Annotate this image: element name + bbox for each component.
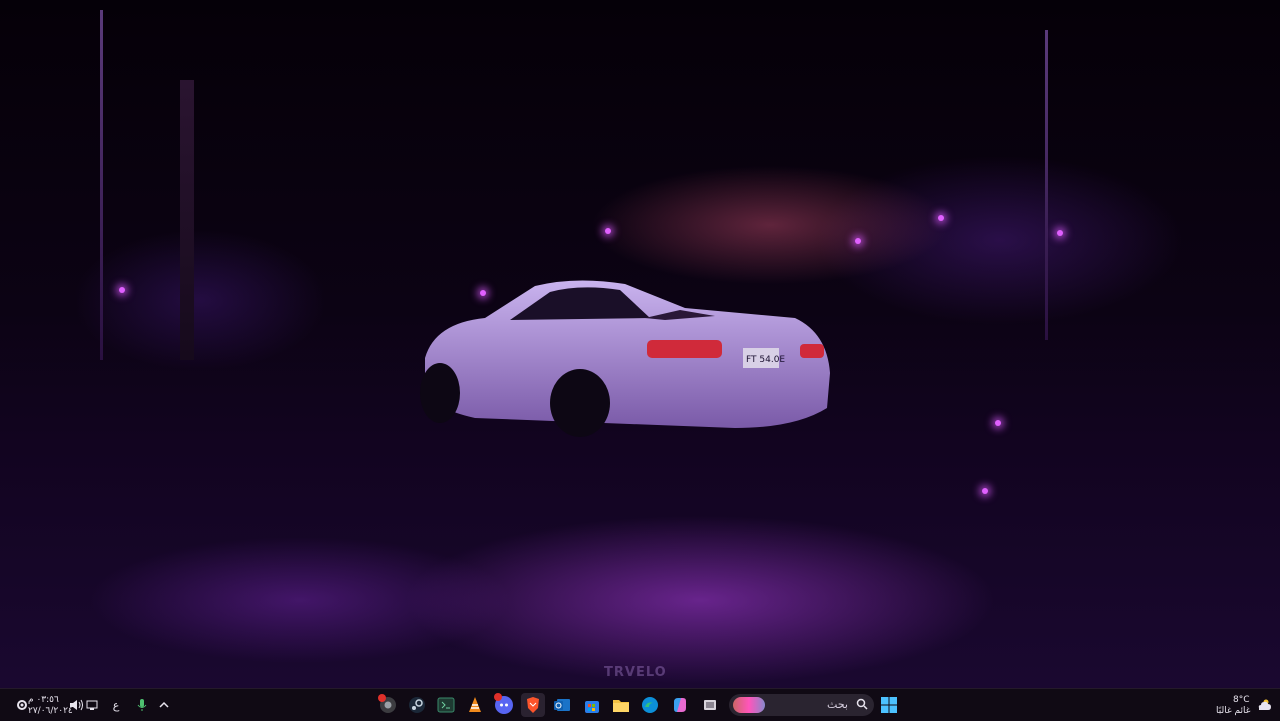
desktop-wallpaper: FT 54.0E TRVELO [0,0,1280,688]
notification-badge [378,694,386,702]
network-icon [86,700,98,710]
street-lamp-pole [1045,30,1048,340]
traffic-cone-icon [469,697,481,712]
light-dot [605,228,611,234]
app-brave[interactable] [521,693,545,717]
microphone-icon [137,699,147,711]
weather-temperature[interactable]: 8°C [1233,695,1250,706]
chevron-up-icon [159,701,169,708]
input-language[interactable]: ع [104,693,128,717]
start-button[interactable] [877,693,901,717]
app-copilot[interactable] [668,693,692,717]
weather-button[interactable] [1254,695,1274,715]
search-box[interactable]: بحث [729,694,874,716]
windows-logo-icon [881,697,897,713]
light-dot [1057,230,1063,236]
app-file-explorer[interactable] [609,693,633,717]
app-vlc[interactable] [463,693,487,717]
license-plate: FT 54.0E [746,355,785,365]
steam-icon [409,697,425,713]
wallpaper-watermark: TRVELO [604,665,667,680]
app-store[interactable] [580,693,604,717]
taskbar: ٠٣:٥٦ م ٢٧/٠٦/٢٠٢٤ ع بحث 8°C غائم غالبًا [0,688,1280,721]
mail-icon [554,699,570,711]
clock-time[interactable]: ٠٣:٥٦ م [28,695,59,706]
tree-trunk [180,80,194,360]
terminal-icon [437,697,455,713]
search-highlight-image [733,697,765,713]
brave-lion-icon [527,697,539,713]
street-lamp-pole [100,10,103,360]
task-view-icon [704,700,716,710]
car-illustration: FT 54.0E [420,280,830,437]
light-dot [938,215,944,221]
folder-icon [613,700,629,712]
notification-badge [494,693,502,701]
light-dot [982,488,988,494]
app-chrome[interactable] [376,693,400,717]
building-lights [590,165,950,285]
search-placeholder: بحث [827,698,848,711]
show-hidden-icons-button[interactable] [152,693,176,717]
cloud-icon [1258,699,1271,710]
gear-icon [17,700,27,710]
light-dot [995,420,1001,426]
task-view-button[interactable] [698,693,722,717]
app-edge[interactable] [638,693,662,717]
app-outlook[interactable] [550,693,574,717]
app-discord[interactable] [492,693,516,717]
app-steam[interactable] [405,693,429,717]
store-bag-icon [585,701,599,713]
network-button[interactable] [80,693,104,717]
weather-condition[interactable]: غائم غالبًا [1216,706,1250,717]
app-terminal[interactable] [434,693,458,717]
edge-icon [642,697,658,713]
microphone-button[interactable] [130,693,154,717]
light-dot [855,238,861,244]
search-icon [856,698,868,710]
light-dot [119,287,125,293]
copilot-icon [674,698,686,712]
